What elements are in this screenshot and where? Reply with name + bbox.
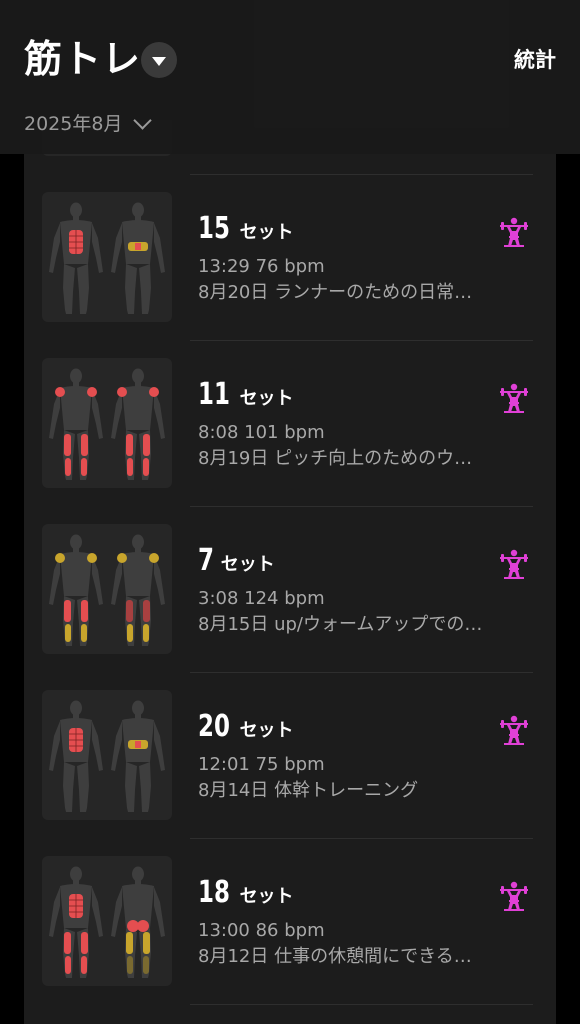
set-count: 11 セット: [198, 378, 294, 412]
set-count-number: 20: [198, 709, 230, 744]
workout-description: 8月15日 up/ウォームアップでの…: [198, 614, 483, 635]
weightlifting-icon: [498, 548, 530, 580]
caret-down-icon: [152, 57, 166, 66]
month-selector[interactable]: 2025年8月: [24, 110, 153, 138]
workout-row[interactable]: 15 セット 13:29 76 bpm 8月20日 ランナーのための日常…: [24, 174, 556, 340]
muscle-map: [42, 358, 172, 488]
set-count-number: 15: [198, 211, 230, 246]
duration-heart-rate: 8:08 101 bpm: [198, 422, 325, 443]
set-count-unit: セット: [220, 554, 275, 575]
workout-row[interactable]: 7 セット 3:08 124 bpm 8月15日 up/ウォームアップでの…: [24, 506, 556, 672]
set-count-unit: セット: [239, 222, 294, 243]
title-dropdown-button[interactable]: [141, 42, 177, 78]
duration-heart-rate: 13:00 86 bpm: [198, 920, 325, 941]
set-count: 7 セット: [198, 544, 275, 578]
workout-row[interactable]: 20 セット 12:01 75 bpm 8月14日 体幹トレーニング: [24, 672, 556, 838]
chevron-down-icon: [133, 110, 153, 130]
workout-row[interactable]: 18 セット 13:00 86 bpm 8月12日 仕事の休憩間にできる…: [24, 838, 556, 1004]
muscle-map: [42, 192, 172, 322]
weightlifting-icon: [498, 714, 530, 746]
duration-heart-rate: 13:29 76 bpm: [198, 256, 325, 277]
month-label: 2025年8月: [24, 113, 123, 135]
workout-description: 8月19日 ピッチ向上のためのウ…: [198, 448, 473, 469]
muscle-map: [42, 856, 172, 986]
workout-description: 8月14日 体幹トレーニング: [198, 780, 419, 801]
page-title: 筋トレ: [24, 37, 142, 81]
set-count-number: 18: [198, 875, 230, 910]
workout-row[interactable]: 11 セット 8:08 101 bpm 8月19日 ピッチ向上のためのウ…: [24, 340, 556, 506]
set-count-unit: セット: [239, 886, 294, 907]
weightlifting-icon: [498, 880, 530, 912]
set-count: 18 セット: [198, 876, 294, 910]
set-count-unit: セット: [239, 388, 294, 409]
separator: [190, 1004, 533, 1005]
set-count: 20 セット: [198, 710, 294, 744]
duration-heart-rate: 3:08 124 bpm: [198, 588, 325, 609]
set-count: 15 セット: [198, 212, 294, 246]
set-count-number: 11: [198, 377, 230, 412]
set-count-number: 7: [198, 543, 214, 578]
weightlifting-icon: [498, 216, 530, 248]
duration-heart-rate: 12:01 75 bpm: [198, 754, 325, 775]
workout-description: 8月12日 仕事の休憩間にできる…: [198, 946, 472, 967]
workout-description: 8月20日 ランナーのための日常…: [198, 282, 473, 303]
muscle-map: [42, 524, 172, 654]
weightlifting-icon: [498, 382, 530, 414]
header: 筋トレ 統計 2025年8月: [0, 0, 580, 154]
set-count-unit: セット: [239, 720, 294, 741]
stats-button[interactable]: 統計: [514, 47, 556, 73]
muscle-map: [42, 690, 172, 820]
